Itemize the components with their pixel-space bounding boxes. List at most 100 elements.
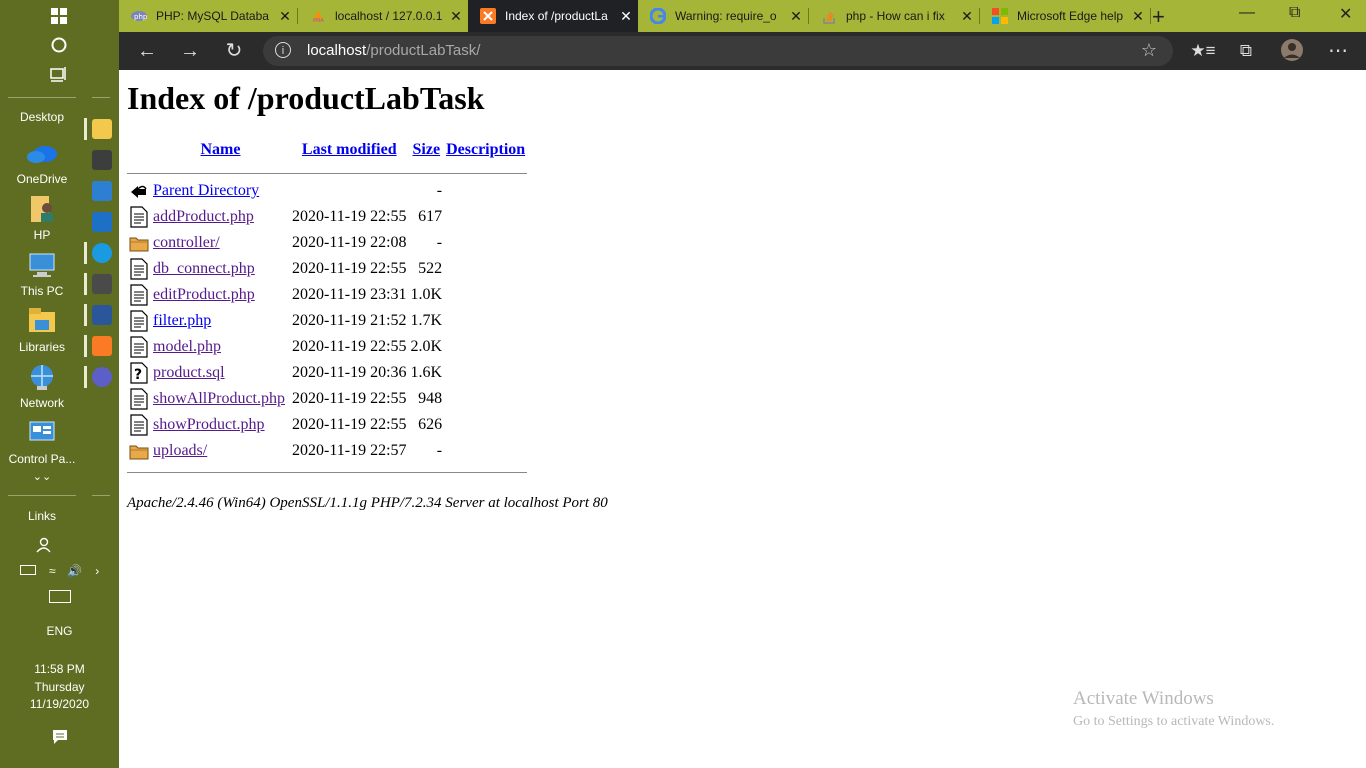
tab-stackoverflow[interactable]: php - How can i fix ✕ bbox=[809, 0, 979, 32]
desktop-item-onedrive[interactable]: OneDrive bbox=[0, 138, 84, 186]
pin-indicator bbox=[84, 273, 87, 295]
file-link[interactable]: addProduct.php bbox=[153, 208, 254, 225]
xampp-icon[interactable] bbox=[92, 336, 112, 356]
sort-by-description-link[interactable]: Description bbox=[446, 141, 525, 158]
mail-icon[interactable] bbox=[92, 212, 112, 232]
clock-day[interactable]: Thursday bbox=[0, 680, 119, 694]
close-window-icon[interactable]: ✕ bbox=[1339, 4, 1352, 24]
clock-time[interactable]: 11:58 PM bbox=[0, 662, 119, 676]
wifi-icon[interactable]: ≈ bbox=[49, 564, 56, 578]
clock-date[interactable]: 11/19/2020 bbox=[0, 697, 119, 711]
battery-icon[interactable] bbox=[19, 565, 36, 575]
row-name-cell: Parent Directory bbox=[151, 178, 290, 204]
libraries-icon bbox=[25, 306, 59, 338]
edge-icon[interactable] bbox=[92, 243, 112, 263]
task-view-icon[interactable] bbox=[48, 63, 70, 85]
photos-icon[interactable] bbox=[92, 181, 112, 201]
tab-php-mysql[interactable]: php PHP: MySQL Databa ✕ bbox=[119, 0, 297, 32]
close-icon[interactable]: ✕ bbox=[444, 8, 468, 25]
teams-icon[interactable] bbox=[92, 367, 112, 387]
close-icon[interactable]: ✕ bbox=[1126, 8, 1150, 25]
row-size-cell: 626 bbox=[418, 416, 443, 433]
close-icon[interactable]: ✕ bbox=[273, 8, 297, 25]
text-file-icon bbox=[129, 310, 149, 332]
tab-index-of[interactable]: Index of /productLa ✕ bbox=[468, 0, 638, 32]
file-explorer-icon[interactable] bbox=[92, 119, 112, 139]
restore-icon[interactable]: ⧉ bbox=[1289, 4, 1300, 22]
action-center-icon[interactable] bbox=[0, 729, 119, 748]
desktop-item-network[interactable]: Network bbox=[0, 362, 84, 410]
file-link[interactable]: product.sql bbox=[153, 364, 225, 381]
pin-indicator bbox=[84, 118, 87, 140]
browser-toolbar: ← → ↻ i localhost/productLabTask/ ☆ ★≡ ⧉… bbox=[119, 32, 1366, 70]
chevron-right-icon[interactable]: › bbox=[95, 564, 99, 578]
tab-phpmyadmin[interactable]: PMA localhost / 127.0.0.1 ✕ bbox=[298, 0, 468, 32]
sort-by-name-link[interactable]: Name bbox=[201, 141, 241, 158]
tab-title: PHP: MySQL Databa bbox=[156, 9, 269, 23]
text-file-icon bbox=[129, 284, 149, 306]
row-name-cell: filter.php bbox=[151, 308, 290, 334]
word-icon[interactable] bbox=[92, 305, 112, 325]
file-link[interactable]: showAllProduct.php bbox=[153, 390, 285, 407]
sublime-text-icon[interactable] bbox=[92, 274, 112, 294]
start-windows-icon[interactable] bbox=[48, 5, 70, 27]
info-icon[interactable]: i bbox=[275, 42, 291, 58]
volume-icon[interactable]: 🔊 bbox=[67, 564, 82, 578]
file-link[interactable]: controller/ bbox=[153, 234, 220, 251]
address-url[interactable]: localhost/productLabTask/ bbox=[307, 42, 480, 59]
favorite-star-icon[interactable]: ☆ bbox=[1141, 40, 1157, 61]
row-modified-cell: 2020-11-19 23:31 bbox=[292, 286, 407, 303]
text-file-icon bbox=[129, 414, 149, 436]
forward-arrow-icon[interactable]: → bbox=[177, 38, 203, 64]
row-name-cell: controller/ bbox=[151, 230, 290, 256]
close-icon[interactable]: ✕ bbox=[955, 8, 979, 25]
minimize-icon[interactable]: — bbox=[1239, 4, 1255, 22]
row-modified-cell: 2020-11-19 22:55 bbox=[292, 416, 407, 433]
chevron-down-icon[interactable]: ⌄⌄ bbox=[0, 470, 84, 483]
address-bar[interactable]: i localhost/productLabTask/ ☆ bbox=[263, 36, 1173, 66]
listing-rows: Parent Directory - addProduct.php 2020-11-1… bbox=[127, 178, 527, 464]
file-link[interactable]: model.php bbox=[153, 338, 221, 355]
desktop-item-hp[interactable]: HP bbox=[0, 194, 84, 242]
touch-keyboard-icon[interactable] bbox=[0, 590, 119, 606]
profile-avatar[interactable] bbox=[1279, 38, 1305, 64]
row-modified-cell: 2020-11-19 22:55 bbox=[292, 338, 407, 355]
back-arrow-icon[interactable]: ← bbox=[134, 38, 160, 64]
tab-edge-help[interactable]: Microsoft Edge help ✕ bbox=[980, 0, 1150, 32]
row-modified-cell bbox=[290, 178, 409, 204]
tab-warning-require[interactable]: Warning: require_o ✕ bbox=[638, 0, 808, 32]
favorites-icon[interactable]: ★≡ bbox=[1190, 38, 1216, 64]
new-tab-plus-icon[interactable]: + bbox=[1152, 4, 1165, 30]
browser-tab-strip: php PHP: MySQL Databa ✕ PMA localhost / … bbox=[119, 0, 1366, 32]
desktop-item-libraries[interactable]: Libraries bbox=[0, 306, 84, 354]
row-icon-cell bbox=[127, 334, 151, 360]
close-icon[interactable]: ✕ bbox=[614, 8, 638, 25]
file-link[interactable]: filter.php bbox=[153, 312, 211, 329]
row-size-cell: 617 bbox=[418, 208, 443, 225]
folder-icon bbox=[129, 232, 149, 254]
file-link[interactable]: showProduct.php bbox=[153, 416, 265, 433]
row-name-cell: showProduct.php bbox=[151, 412, 290, 438]
file-link[interactable]: editProduct.php bbox=[153, 286, 255, 303]
file-link[interactable]: uploads/ bbox=[153, 442, 207, 459]
language-indicator[interactable]: ENG bbox=[0, 624, 119, 638]
cortana-icon[interactable] bbox=[48, 34, 70, 56]
file-link[interactable]: Parent Directory bbox=[153, 182, 259, 199]
microsoft-store-icon[interactable] bbox=[92, 150, 112, 170]
desktop-item-control-panel[interactable]: Control Pa... bbox=[0, 418, 84, 466]
more-options-icon[interactable]: ⋯ bbox=[1325, 38, 1351, 64]
sort-by-size-link[interactable]: Size bbox=[413, 141, 441, 158]
separator-row bbox=[127, 162, 528, 178]
refresh-icon[interactable]: ↻ bbox=[221, 38, 247, 64]
desktop-item-this-pc[interactable]: This PC bbox=[0, 250, 84, 298]
sort-by-modified-link[interactable]: Last modified bbox=[302, 141, 397, 158]
directory-listing-table: Name Last modified Size Description Pare… bbox=[127, 138, 528, 477]
separator-cell bbox=[127, 162, 528, 178]
file-link[interactable]: db_connect.php bbox=[153, 260, 255, 277]
close-icon[interactable]: ✕ bbox=[784, 8, 808, 25]
row-size-cell: 2.0K bbox=[410, 338, 443, 355]
row-description-cell bbox=[444, 282, 527, 308]
people-icon[interactable] bbox=[0, 536, 119, 557]
separator-cell bbox=[127, 464, 528, 477]
collections-icon[interactable]: ⧉ bbox=[1233, 38, 1259, 64]
